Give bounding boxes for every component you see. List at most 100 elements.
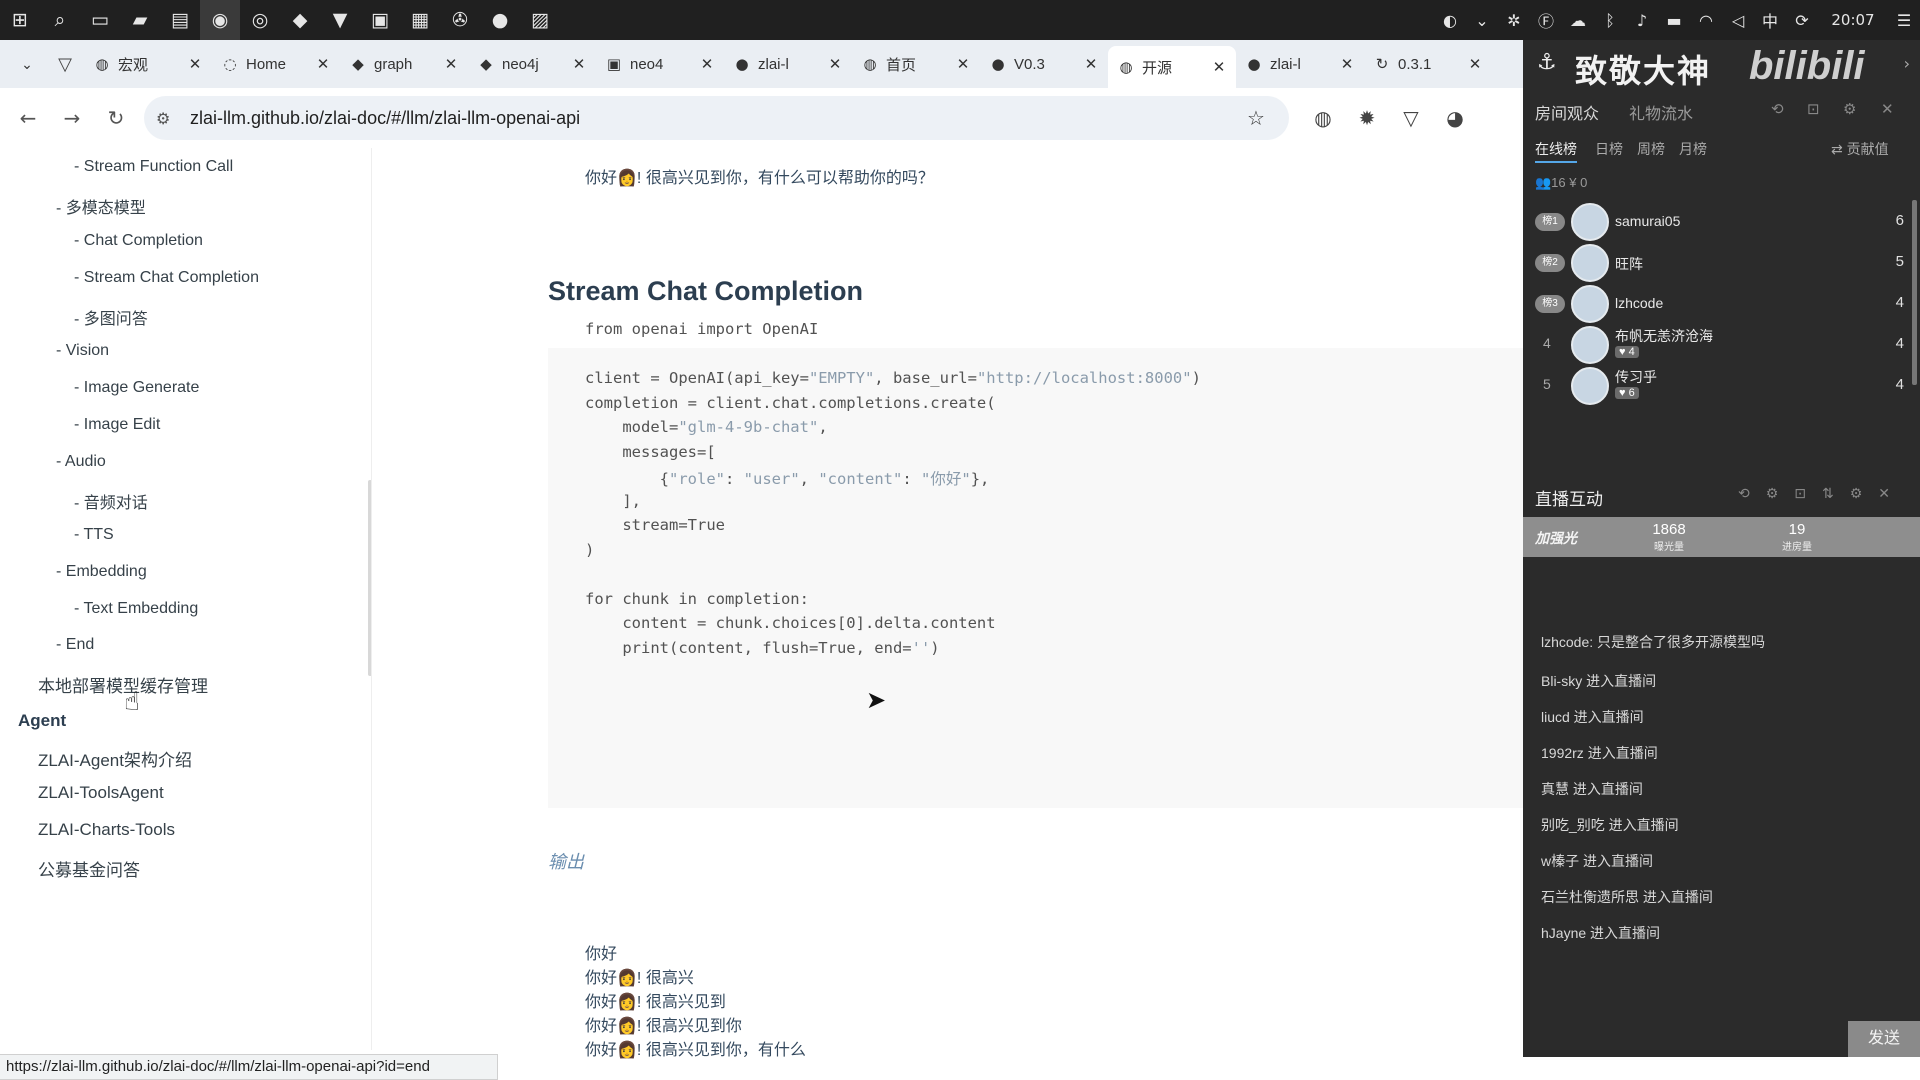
tab-daily-rank[interactable]: 日榜 <box>1595 139 1623 159</box>
boost-label[interactable]: 加强光 <box>1535 528 1577 548</box>
sidebar-item[interactable]: 本地部署模型缓存管理 <box>38 672 208 697</box>
terminal-icon[interactable]: ▤ <box>160 0 200 40</box>
browser-tab[interactable]: ● V0.3 ✕ <box>980 46 1108 82</box>
extension-gear-icon[interactable]: ✹ <box>1345 96 1389 140</box>
address-bar[interactable]: ⚙ zlai-llm.github.io/zlai-doc/#/llm/zlai… <box>144 96 1289 140</box>
sidebar-item[interactable]: - End <box>56 636 94 654</box>
cloud-icon[interactable]: ☁ <box>1562 11 1594 30</box>
avatar[interactable] <box>1571 244 1609 282</box>
tab-online-rank[interactable]: 在线榜 <box>1535 139 1577 163</box>
profile-avatar-icon[interactable]: ◕ <box>1433 96 1477 140</box>
ime-indicator[interactable]: 中 <box>1754 8 1786 32</box>
close-icon[interactable]: ✕ <box>186 55 204 73</box>
task-view-icon[interactable]: ▭ <box>80 0 120 40</box>
browser-tab[interactable]: ◆ neo4j ✕ <box>468 46 596 82</box>
battery-icon[interactable]: ▬ <box>1658 11 1690 30</box>
close-icon[interactable]: ✕ <box>1210 58 1228 76</box>
f-app-icon[interactable]: Ⓕ <box>1530 8 1562 32</box>
reload-icon[interactable]: ↻ <box>94 96 138 140</box>
sidebar-item[interactable]: - Image Edit <box>74 416 160 434</box>
sync-icon[interactable]: ⟳ <box>1786 11 1818 30</box>
avatar[interactable] <box>1571 203 1609 241</box>
sidebar-item[interactable]: ZLAI-Agent架构介绍 <box>38 746 192 771</box>
steam-icon[interactable]: ✇ <box>440 0 480 40</box>
close-icon[interactable]: ✕ <box>442 55 460 73</box>
sidebar-item[interactable]: - Embedding <box>56 563 147 581</box>
bookmark-star-icon[interactable]: ☆ <box>1247 106 1277 130</box>
forward-icon[interactable]: → <box>50 96 94 140</box>
sidebar-item[interactable]: Agent <box>18 711 66 731</box>
browser-tab[interactable]: ● zlai-l ✕ <box>724 46 852 82</box>
microphone-icon[interactable]: ♪ <box>1626 11 1658 30</box>
pycharm-icon[interactable]: ▣ <box>360 0 400 40</box>
sidebar-item[interactable]: - Image Generate <box>74 379 199 397</box>
browser-tab[interactable]: ▣ neo4 ✕ <box>596 46 724 82</box>
close-icon[interactable]: ✕ <box>1338 55 1356 73</box>
notification-icon[interactable]: ☰ <box>1888 11 1920 30</box>
extension-vivaldi-icon[interactable]: ▽ <box>1389 96 1433 140</box>
audience-row[interactable]: 5 传习乎 ♥ 6 4 <box>1523 361 1920 411</box>
close-icon[interactable]: ✕ <box>698 55 716 73</box>
site-info-icon[interactable]: ⚙ <box>156 109 184 128</box>
photos-icon[interactable]: ▨ <box>520 0 560 40</box>
audience-name[interactable]: 旺阵 <box>1615 254 1643 274</box>
sidebar-item[interactable]: - 音频对话 <box>74 489 148 513</box>
chevron-right-icon[interactable]: › <box>1904 54 1910 73</box>
sidebar-item[interactable]: - Audio <box>56 453 106 471</box>
vivaldi-icon[interactable]: ▼ <box>320 0 360 40</box>
contribution-sort[interactable]: ⇄ 贡献值 <box>1831 139 1889 159</box>
tab-room-audience[interactable]: 房间观众 <box>1535 100 1599 124</box>
sidebar-item[interactable]: - Stream Chat Completion <box>74 269 259 287</box>
browser-tab[interactable]: ◌ Home ✕ <box>212 46 340 82</box>
send-button[interactable]: 发送 <box>1848 1021 1920 1057</box>
app-icon-3[interactable]: ● <box>480 0 520 40</box>
refresh-icon[interactable]: ⟲ <box>1771 100 1784 118</box>
back-icon[interactable]: ← <box>6 96 50 140</box>
chat-input[interactable] <box>1533 1017 1777 1057</box>
network-hub-icon[interactable]: ✲ <box>1498 11 1530 30</box>
sidebar-item[interactable]: ZLAI-Charts-Tools <box>38 820 175 840</box>
file-explorer-icon[interactable]: ▰ <box>120 0 160 40</box>
tab-weekly-rank[interactable]: 周榜 <box>1637 139 1665 159</box>
avatar[interactable] <box>1571 285 1609 323</box>
audience-name[interactable]: lzhcode <box>1615 295 1663 311</box>
audience-scrollbar[interactable] <box>1912 200 1917 385</box>
sidebar-item[interactable]: 公募基金问答 <box>38 856 140 881</box>
tab-monthly-rank[interactable]: 月榜 <box>1679 139 1707 159</box>
app-icon[interactable]: ◆ <box>280 0 320 40</box>
chevron-down-icon[interactable]: ⌄ <box>1466 11 1498 30</box>
browser-tab[interactable]: ↻ 0.3.1 ✕ <box>1364 46 1492 82</box>
sidebar-item[interactable]: - Vision <box>56 342 109 360</box>
sidebar-item[interactable]: - TTS <box>74 526 114 544</box>
close-icon[interactable]: ✕ <box>954 55 972 73</box>
avatar[interactable] <box>1571 367 1609 405</box>
clock-time[interactable]: 20:07 <box>1818 11 1888 29</box>
sidebar-item[interactable]: - Stream Function Call <box>74 158 233 176</box>
avatar-icon[interactable]: ◐ <box>1434 11 1466 30</box>
search-icon[interactable]: ⌕ <box>40 0 80 40</box>
browser-logo-icon[interactable]: ▽ <box>46 46 84 82</box>
close-icon[interactable]: ✕ <box>826 55 844 73</box>
interaction-toolbar-icons[interactable]: ⟲⚙⊡⇅⚙✕ <box>1738 486 1906 502</box>
sidebar-item[interactable]: - 多图问答 <box>74 305 148 329</box>
browser-tab[interactable]: ◍ 首页 ✕ <box>852 46 980 82</box>
audience-name[interactable]: 传习乎 <box>1615 367 1657 387</box>
sidebar-item[interactable]: - Text Embedding <box>74 600 198 618</box>
settings-icon[interactable]: ⚙ <box>1843 100 1856 118</box>
browser-tab[interactable]: ◍ 宏观 ✕ <box>84 46 212 82</box>
browser-tab[interactable]: ◆ graph ✕ <box>340 46 468 82</box>
extension-icon-1[interactable]: ◍ <box>1301 96 1345 140</box>
windows-start-icon[interactable]: ⊞ <box>0 0 40 40</box>
sidebar-item[interactable]: - 多模态模型 <box>56 194 146 218</box>
close-icon[interactable]: ✕ <box>314 55 332 73</box>
app-icon-2[interactable]: ▦ <box>400 0 440 40</box>
sidebar-item[interactable]: - Chat Completion <box>74 232 203 250</box>
close-icon[interactable]: ✕ <box>1082 55 1100 73</box>
audience-name[interactable]: samurai05 <box>1615 213 1680 229</box>
close-icon[interactable]: ✕ <box>570 55 588 73</box>
browser-tab[interactable]: ◍ 开源 ✕ <box>1108 46 1236 88</box>
close-icon[interactable]: ✕ <box>1881 100 1894 118</box>
browser-tab[interactable]: ● zlai-l ✕ <box>1236 46 1364 82</box>
url-text[interactable]: zlai-llm.github.io/zlai-doc/#/llm/zlai-l… <box>184 108 1247 129</box>
close-icon[interactable]: ✕ <box>1466 55 1484 73</box>
